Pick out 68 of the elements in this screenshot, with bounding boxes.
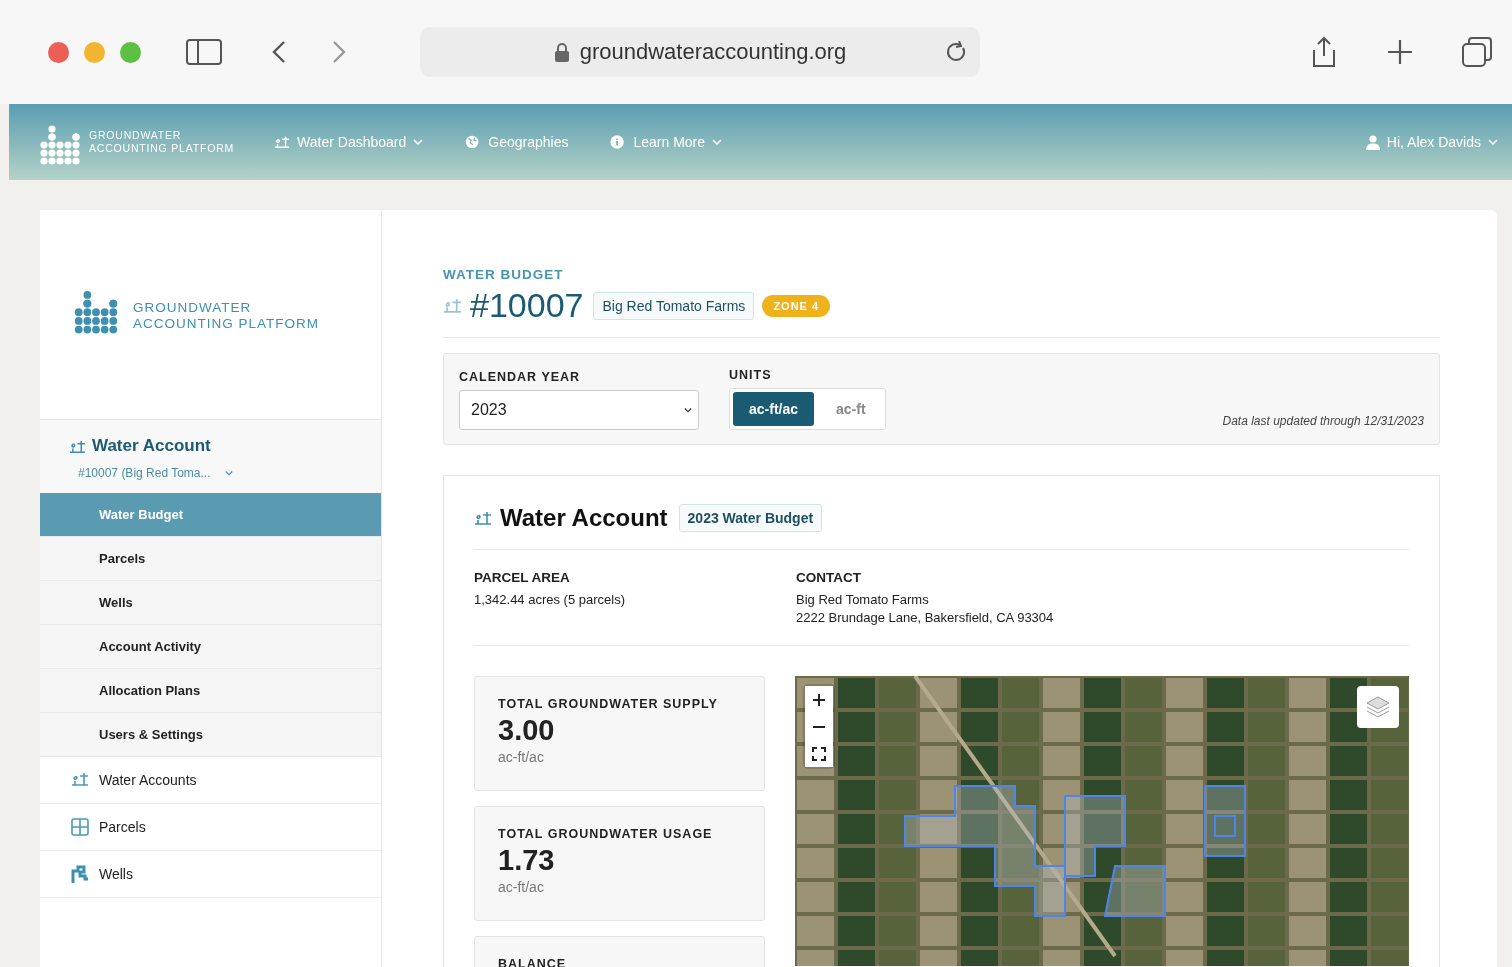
logo-text: GROUNDWATER: [133, 300, 253, 316]
sidebar-item-label: Wells: [99, 866, 133, 882]
info-value: 2222 Brundage Lane, Bakersfield, CA 93304: [796, 609, 1055, 627]
plant-icon: [274, 134, 291, 150]
zone-badge: ZONE 4: [762, 294, 831, 317]
grid-icon: [71, 818, 89, 836]
tabs-overview-icon[interactable]: [1462, 37, 1492, 67]
stat-label: TOTAL GROUNDWATER USAGE: [498, 827, 714, 841]
stat-label: TOTAL GROUNDWATER SUPPLY: [498, 697, 719, 711]
sidebar-item[interactable]: Water Accounts: [40, 757, 381, 804]
chevron-down-icon: [1488, 138, 1498, 146]
field-label: CALENDAR YEAR: [459, 370, 582, 384]
stat-value: 1.73: [498, 844, 556, 877]
url-text: groundwateraccounting.org: [579, 39, 847, 65]
chevron-down-icon: [712, 138, 723, 146]
expand-icon: [812, 746, 826, 761]
account-selector[interactable]: #10007 (Big Red Toma...: [78, 466, 233, 480]
account-name-tag: Big Red Tomato Farms: [593, 291, 755, 320]
lock-icon: [553, 41, 570, 63]
forward-icon[interactable]: [332, 40, 346, 64]
info-label: PARCEL AREA: [474, 570, 571, 585]
sidebar-subitem[interactable]: Account Activity: [40, 625, 381, 669]
info-value: Big Red Tomato Farms: [796, 591, 930, 609]
sidebar-subitem[interactable]: Wells: [40, 581, 381, 625]
budget-tag: 2023 Water Budget: [678, 504, 823, 532]
stat-unit: ac-ft/ac: [498, 749, 545, 765]
share-icon[interactable]: [1310, 36, 1338, 68]
logo-text: ACCOUNTING PLATFORM: [89, 142, 235, 155]
close-window-button[interactable]: [48, 41, 69, 63]
logo-text: GROUNDWATER: [89, 129, 183, 142]
plant-icon: [69, 438, 86, 454]
info-label: CONTACT: [796, 570, 862, 585]
card-title: Water Account: [500, 504, 668, 532]
plant-icon: [71, 771, 89, 789]
reload-icon[interactable]: [946, 41, 968, 63]
sidebar-subitem[interactable]: Users & Settings: [40, 713, 381, 757]
chevron-down-icon: [413, 138, 424, 146]
year-dropdown[interactable]: 2023: [459, 390, 699, 430]
back-icon[interactable]: [272, 40, 286, 64]
sidebar-subitem[interactable]: Parcels: [40, 537, 381, 581]
field-label: UNITS: [729, 368, 773, 382]
stat-unit: ac-ft/ac: [498, 879, 545, 895]
plus-icon: [813, 693, 825, 706]
section-title: Water Account: [92, 436, 211, 456]
plant-icon: [443, 297, 462, 314]
plant-icon: [474, 510, 492, 526]
sidebar-item[interactable]: Wells: [40, 851, 381, 898]
chevron-down-icon: [684, 406, 692, 414]
info-icon: [610, 134, 627, 150]
chevron-down-icon: [224, 469, 233, 477]
sidebar-toggle-icon[interactable]: [186, 39, 222, 65]
updated-note: Data last updated through 12/31/2023: [1222, 414, 1424, 428]
pump-icon: [71, 865, 89, 883]
info-value: 1,342.44 acres (5 parcels): [474, 591, 627, 609]
page-eyebrow: WATER BUDGET: [443, 267, 565, 282]
new-tab-icon[interactable]: [1388, 40, 1412, 64]
logo-text: ACCOUNTING PLATFORM: [133, 316, 319, 332]
address-bar[interactable]: groundwateraccounting.org: [420, 27, 980, 77]
stat-value: 3.00: [498, 714, 556, 747]
sidebar-item-label: Water Accounts: [99, 772, 197, 788]
satellite-map-drawing[interactable]: [795, 676, 1409, 966]
account-number: #10007: [470, 286, 584, 325]
layers-icon: [1366, 695, 1390, 719]
unit-option[interactable]: ac-ft/ac: [733, 392, 815, 426]
sidebar-subitem[interactable]: Allocation Plans: [40, 669, 381, 713]
user-icon: [1365, 134, 1380, 150]
sidebar-item-label: Parcels: [99, 819, 146, 835]
sidebar-item[interactable]: Parcels: [40, 804, 381, 851]
